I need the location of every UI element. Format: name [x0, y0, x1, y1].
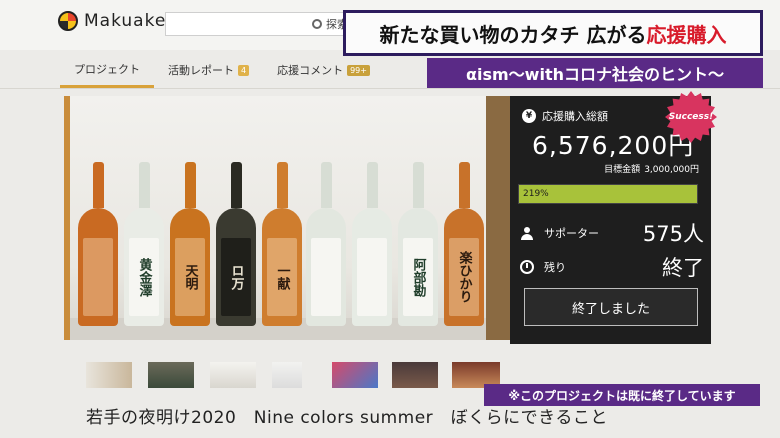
image-thumbnail[interactable]	[332, 362, 378, 388]
makuake-logo[interactable]: Makuake	[58, 11, 166, 31]
sake-bottle: 阿部勘	[398, 162, 438, 326]
sake-bottle: 黄金澤	[124, 162, 164, 326]
image-thumbnail[interactable]	[148, 362, 194, 388]
project-tabs: プロジェクト 活動レポート 4 応援コメント 99+	[60, 52, 384, 88]
image-thumbnail[interactable]	[392, 362, 438, 388]
image-thumbnail-strip	[86, 362, 516, 390]
tab-activity-report[interactable]: 活動レポート 4	[154, 52, 263, 88]
bottle-label	[83, 238, 113, 316]
clock-icon	[520, 260, 534, 274]
supporters-value: 575人	[642, 222, 704, 246]
project-ended-notice: ※このプロジェクトは既に終了しています	[484, 384, 760, 406]
project-ended-button[interactable]: 終了しました	[524, 288, 698, 326]
sake-bottle: ロ万	[216, 162, 256, 326]
remaining-value: 終了	[662, 256, 704, 280]
goal-value: 3,000,000円	[644, 165, 699, 175]
total-amount-label: 応援購入総額	[542, 110, 608, 123]
logo-text: Makuake	[84, 11, 167, 31]
sake-bottle: 天明	[170, 162, 210, 326]
progress-percent: 219%	[523, 189, 549, 199]
tab-divider	[0, 88, 780, 89]
tab-label: 応援コメント	[277, 64, 344, 77]
makuake-logo-icon	[58, 11, 78, 31]
bottle-label: 楽ひかり	[449, 238, 479, 316]
tab-badge: 4	[238, 64, 250, 76]
yen-icon: ¥	[522, 109, 536, 123]
project-hero-image[interactable]: 黄金澤 天明 ロ万 一献 阿部勘 楽ひかり	[64, 96, 512, 340]
bottle-label	[311, 238, 341, 316]
sake-bottle: 楽ひかり	[444, 162, 484, 326]
goal-label: 目標金額	[604, 165, 641, 175]
tab-project[interactable]: プロジェクト	[60, 52, 154, 88]
sake-bottle: 一献	[262, 162, 302, 326]
bottle-label: 阿部勘	[403, 238, 433, 316]
tab-label: 活動レポート	[168, 64, 234, 77]
news-telop-subtitle: αism～withコロナ社会のヒント～	[427, 58, 763, 88]
image-thumbnail[interactable]	[210, 362, 256, 388]
total-amount-header: ¥ 応援購入総額	[522, 108, 608, 124]
project-title: 若手の夜明け2020 Nine colors summer ぼくらにできること	[86, 408, 608, 428]
sake-bottle	[306, 162, 346, 326]
hero-image-edge	[486, 96, 512, 340]
remaining-label: 残り	[544, 261, 566, 274]
success-badge: Success!	[664, 90, 718, 144]
image-thumbnail[interactable]	[272, 362, 302, 388]
remaining-row: 残り 終了	[520, 252, 704, 282]
person-icon	[520, 226, 534, 240]
goal-amount: 目標金額 3,000,000円	[600, 162, 699, 175]
hero-image-edge	[64, 96, 70, 340]
bottle-label	[357, 238, 387, 316]
supporters-label: サポーター	[544, 227, 599, 240]
funding-progress-bar: 219%	[518, 184, 698, 204]
success-badge-text: Success!	[668, 112, 714, 122]
search-icon	[312, 19, 322, 29]
search-input[interactable]: 探索	[165, 12, 355, 36]
tab-badge: 99+	[347, 64, 370, 76]
bottle-label: 天明	[175, 238, 205, 316]
sake-bottle	[352, 162, 392, 326]
image-thumbnail[interactable]	[86, 362, 132, 388]
news-telop-headline: 新たな買い物のカタチ 広がる 応援購入	[343, 10, 763, 56]
bottle-label: ロ万	[221, 238, 251, 316]
tab-support-comments[interactable]: 応援コメント 99+	[263, 52, 384, 88]
bottle-label: 一献	[267, 238, 297, 316]
supporters-row: サポーター 575人	[520, 218, 704, 248]
telop-headline-main: 新たな買い物のカタチ 広がる	[379, 22, 647, 47]
bottle-label: 黄金澤	[129, 238, 159, 316]
telop-headline-accent: 応援購入	[646, 22, 727, 47]
sake-bottle	[78, 162, 118, 326]
tab-label: プロジェクト	[74, 62, 140, 76]
